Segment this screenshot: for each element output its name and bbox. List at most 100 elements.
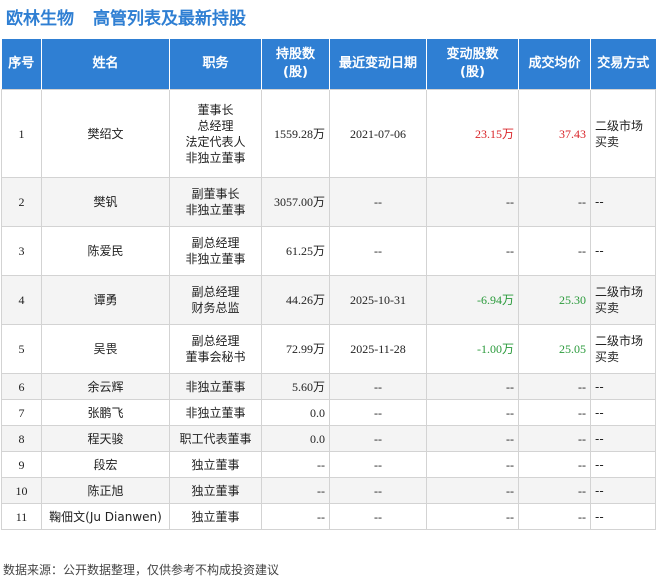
table-row: 7 张鹏飞 非独立董事 0.0 -- -- -- -- [1,399,656,426]
data-source-note: 数据来源：公开数据整理，仅供参考不构成投资建议 [3,563,280,577]
table-row: 9 段宏 独立董事 -- -- -- -- -- [1,451,656,478]
shares-held: -- [261,503,330,530]
row-number: 10 [1,477,42,504]
trade-method: -- [590,477,656,504]
row-number: 11 [1,503,42,530]
column-header: 序号 [1,39,42,90]
executive-roles: 独立董事 [169,503,262,530]
table-row: 1 樊绍文 董事长 总经理 法定代表人 非独立董事 1559.28万 2021-07-06 23… [1,89,656,178]
executive-roles: 董事长 总经理 法定代表人 非独立董事 [169,89,262,178]
trade-method: -- [590,425,656,452]
executive-name: 陈正旭 [41,477,170,504]
role-label: 职工代表董事 [179,431,252,446]
row-number: 7 [1,399,42,426]
table-row: 6 余云辉 非独立董事 5.60万 -- -- -- -- [1,373,656,400]
trade-method: 二级市场买卖 [590,324,656,374]
last-change-date: 2021-07-06 [329,89,427,178]
last-change-date: -- [329,399,427,426]
avg-price: 25.30 [518,275,591,325]
shares-held: 0.0 [261,399,330,426]
change-shares: -1.00万 [426,324,519,374]
role-label: 非独立董事 [185,405,246,420]
table-row: 8 程天骏 职工代表董事 0.0 -- -- -- -- [1,425,656,452]
trade-method: 二级市场买卖 [590,275,656,325]
row-number: 9 [1,451,42,478]
executive-name: 陈爱民 [41,226,170,276]
change-shares: -- [426,177,519,227]
executive-roles: 副总经理 董事会秘书 [169,324,262,374]
row-number: 6 [1,373,42,400]
change-shares: 23.15万 [426,89,519,178]
row-number: 2 [1,177,42,227]
role-label: 非独立董事 [185,252,246,266]
column-header: 最近变动日期 [329,39,427,90]
table-row: 2 樊钒 副董事长 非独立董事 3057.00万 -- -- -- -- [1,177,656,227]
last-change-date: 2025-10-31 [329,275,427,325]
table-row: 4 谭勇 副总经理 财务总监 44.26万 2025-10-31 -6.94万 25.30 二级… [1,275,656,325]
executive-name: 程天骏 [41,425,170,452]
executive-name: 谭勇 [41,275,170,325]
role-label: 独立董事 [191,509,240,524]
last-change-date: -- [329,373,427,400]
column-header: 职务 [169,39,262,90]
executive-roles: 职工代表董事 [169,425,262,452]
table-row: 10 陈正旭 独立董事 -- -- -- -- -- [1,477,656,504]
shares-held: 1559.28万 [261,89,330,178]
column-header: 成交均价 [518,39,591,90]
change-shares: -- [426,451,519,478]
row-number: 3 [1,226,42,276]
trade-method: -- [590,226,656,276]
last-change-date: -- [329,177,427,227]
executive-name: 余云辉 [41,373,170,400]
role-label: 独立董事 [191,483,240,498]
last-change-date: -- [329,425,427,452]
row-number: 4 [1,275,42,325]
trade-method: -- [590,451,656,478]
last-change-date: -- [329,451,427,478]
trade-method: 二级市场买卖 [590,89,656,178]
role-label: 董事长 [197,102,234,117]
role-label: 财务总监 [191,301,240,315]
executive-roles: 独立董事 [169,451,262,478]
column-header: 持股数 (股) [261,39,330,90]
column-header: 姓名 [41,39,170,90]
company-name: 欧林生物 [6,9,74,29]
table-header-row: 序号 姓名 职务 持股数 (股) 最近变动日期 变动股数 (股) 成交均价 交易方式 [1,39,656,90]
shares-held: 44.26万 [261,275,330,325]
last-change-date: -- [329,503,427,530]
shares-held: 72.99万 [261,324,330,374]
table-row: 5 吴畏 副总经理 董事会秘书 72.99万 2025-11-28 -1.00万 25.05 二… [1,324,656,374]
last-change-date: 2025-11-28 [329,324,427,374]
table-row: 3 陈爱民 副总经理 非独立董事 61.25万 -- -- -- -- [1,226,656,276]
executive-roles: 非独立董事 [169,373,262,400]
executive-roles: 副总经理 非独立董事 [169,226,262,276]
change-shares: -- [426,425,519,452]
avg-price: -- [518,425,591,452]
role-label: 副总经理 [191,236,240,250]
title-bar: 欧林生物 高管列表及最新持股 [0,0,656,34]
executive-roles: 独立董事 [169,477,262,504]
role-label: 副董事长 [191,187,240,201]
executive-name: 段宏 [41,451,170,478]
avg-price: 25.05 [518,324,591,374]
avg-price: -- [518,451,591,478]
shares-held: 5.60万 [261,373,330,400]
column-header: 变动股数 (股) [426,39,519,90]
role-label: 非独立董事 [185,379,246,394]
executive-name: 鞠佃文(Ju Dianwen) [41,503,170,530]
executive-name: 张鹏飞 [41,399,170,426]
avg-price: -- [518,177,591,227]
row-number: 8 [1,425,42,452]
avg-price: -- [518,226,591,276]
role-label: 独立董事 [191,457,240,472]
table-row: 11 鞠佃文(Ju Dianwen) 独立董事 -- -- -- -- -- [1,503,656,530]
executive-roles: 非独立董事 [169,399,262,426]
change-shares: -- [426,399,519,426]
page-title: 高管列表及最新持股 [93,9,246,29]
role-label: 副总经理 [191,334,240,348]
change-shares: -- [426,373,519,400]
role-label: 法定代表人 [185,134,246,149]
shares-held: 61.25万 [261,226,330,276]
trade-method: -- [590,373,656,400]
shares-held: 0.0 [261,425,330,452]
